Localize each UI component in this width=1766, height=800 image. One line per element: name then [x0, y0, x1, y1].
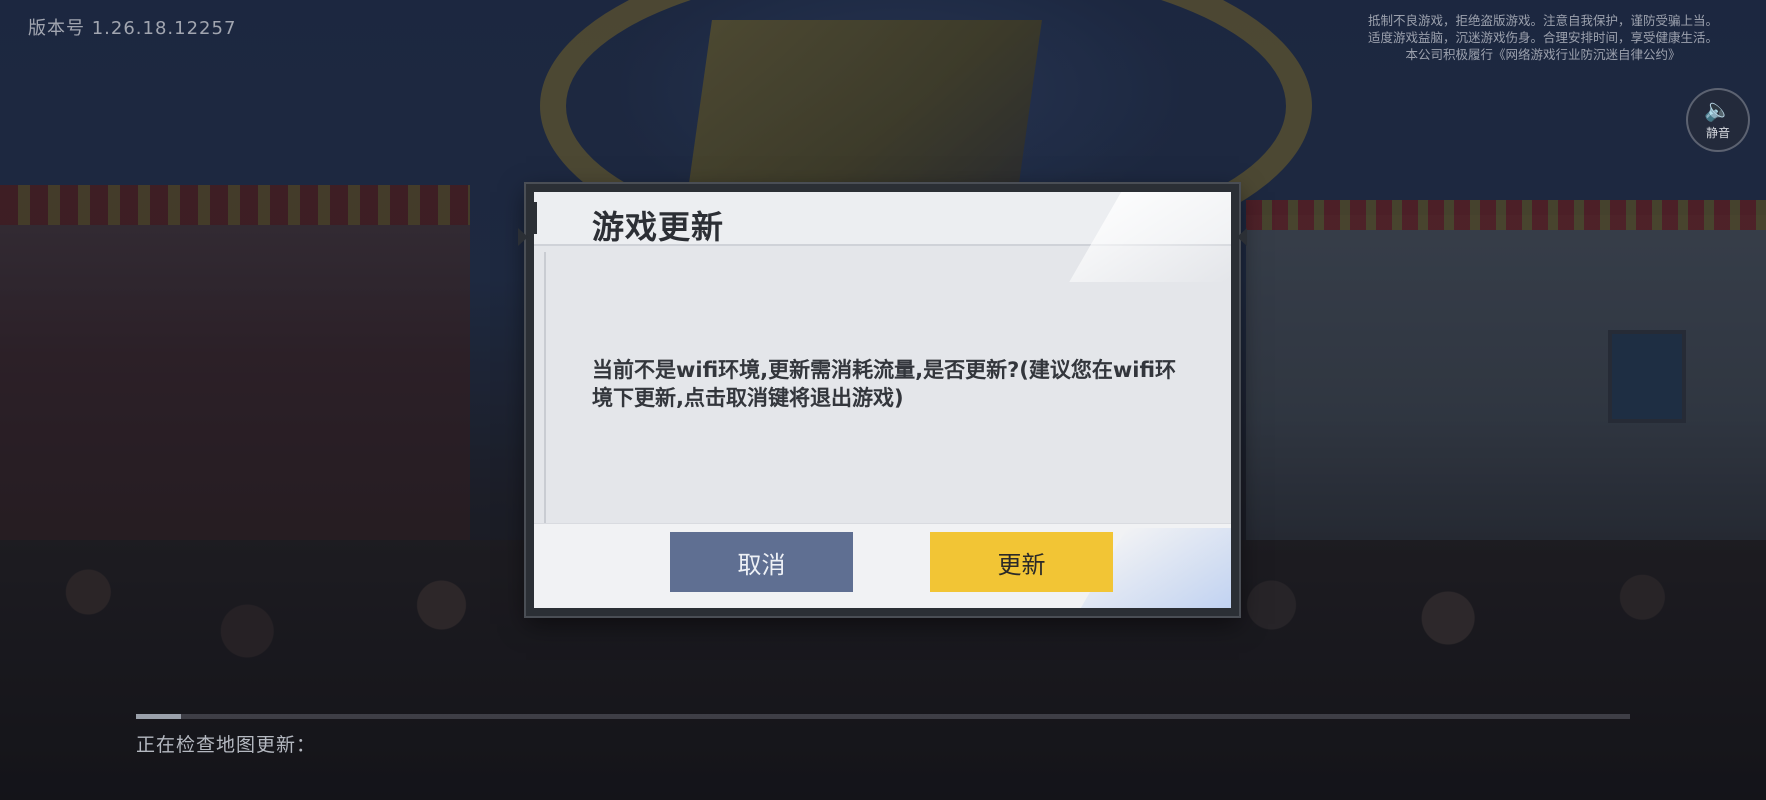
- dialog-title: 游戏更新: [592, 208, 725, 246]
- loading-status-text: 正在检查地图更新：: [136, 734, 317, 756]
- mute-button[interactable]: 🔈 静音: [1686, 88, 1750, 152]
- dialog-notch-right: [1237, 228, 1247, 246]
- title-accent: [534, 202, 553, 234]
- notice-line: 适度游戏益脑，沉迷游戏伤身。合理安排时间，享受健康生活。: [1367, 30, 1718, 45]
- mute-button-label: 静音: [1705, 125, 1730, 140]
- dialog-footer: 取消 更新: [534, 523, 1231, 608]
- loading-progress-bar: [136, 714, 1630, 719]
- loading-progress-fill: [136, 714, 181, 719]
- notice-line: 本公司积极履行《网络游戏行业防沉迷自律公约》: [1405, 47, 1681, 62]
- version-label: 版本号 1.26.18.12257: [28, 18, 237, 39]
- dialog-body: 游戏更新 当前不是wifi环境,更新需消耗流量,是否更新?(建议您在wifi环境…: [534, 192, 1231, 608]
- update-dialog: 游戏更新 当前不是wifi环境,更新需消耗流量,是否更新?(建议您在wifi环境…: [518, 184, 1247, 616]
- health-notice: 抵制不良游戏，拒绝盗版游戏。注意自我保护，谨防受骗上当。 适度游戏益脑，沉迷游戏…: [1348, 12, 1738, 63]
- dialog-notch-left: [518, 228, 528, 246]
- dialog-message: 当前不是wifi环境,更新需消耗流量,是否更新?(建议您在wifi环境下更新,点…: [592, 358, 1177, 410]
- update-button[interactable]: 更新: [930, 532, 1113, 592]
- notice-line: 抵制不良游戏，拒绝盗版游戏。注意自我保护，谨防受骗上当。: [1367, 13, 1718, 28]
- speaker-icon: 🔈: [1704, 97, 1732, 123]
- cancel-button[interactable]: 取消: [670, 532, 853, 592]
